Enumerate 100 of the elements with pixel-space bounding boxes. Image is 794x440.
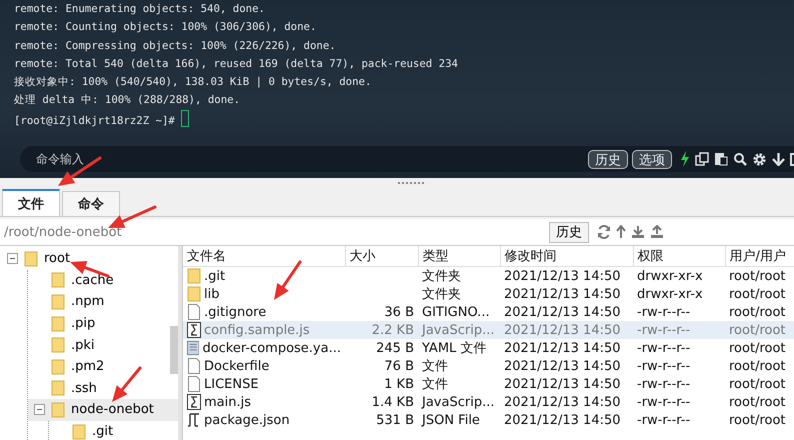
tree-item[interactable]: node-onebot bbox=[28, 399, 178, 421]
annotation-arrow bbox=[112, 366, 142, 402]
file-row[interactable]: Dockerfile 76 B 文件 2021/12/13 14:50 -rw-r--r-- root/root bbox=[183, 357, 794, 375]
folder-icon bbox=[51, 402, 65, 418]
terminal-line: 处理 delta 中: 100% (288/288), done. bbox=[14, 92, 242, 108]
folder-icon bbox=[51, 337, 65, 354]
history-button[interactable]: 历史 bbox=[549, 222, 589, 242]
annotation-arrow bbox=[108, 206, 156, 228]
command-input-field[interactable]: 命令输入 bbox=[36, 150, 588, 168]
column-header[interactable]: 类型 bbox=[418, 246, 500, 266]
paste-icon[interactable] bbox=[714, 152, 728, 166]
tree-item[interactable]: .npm bbox=[28, 291, 178, 313]
file-row[interactable]: main.js 1.4 KB JavaScrip... 2021/12/13 14:50 -rw-r--r-- root/root bbox=[183, 393, 794, 411]
down-arrow-icon[interactable] bbox=[772, 152, 785, 166]
file-type: 文件夹 bbox=[422, 287, 461, 302]
document-icon bbox=[187, 340, 200, 356]
file-size: 2.2 KB bbox=[372, 322, 414, 338]
download-icon[interactable] bbox=[631, 225, 645, 239]
modified-time: 2021/12/13 14:50 bbox=[504, 268, 621, 284]
terminal-cursor bbox=[180, 110, 189, 127]
owner: root/root bbox=[729, 412, 786, 428]
tree-item[interactable]: root bbox=[7, 248, 165, 270]
file-name: config.sample.js bbox=[204, 322, 310, 338]
file-type: 文件 bbox=[422, 377, 448, 392]
column-header[interactable]: 文件名 bbox=[183, 246, 345, 266]
folder-icon bbox=[51, 316, 65, 332]
file-size: 1 KB bbox=[384, 376, 414, 392]
owner: root/root bbox=[729, 376, 786, 392]
file-row[interactable]: .gitignore 36 B GITIGNO... 2021/12/13 14:50 -rw-r--r-- root/root bbox=[183, 303, 794, 321]
file-name: .gitignore bbox=[204, 304, 266, 320]
permissions: drwxr-xr-x bbox=[637, 286, 703, 302]
tree-item[interactable]: .git bbox=[49, 420, 178, 440]
file-name: package.json bbox=[204, 412, 290, 428]
owner: root/root bbox=[729, 394, 786, 410]
tree-item[interactable]: .ssh bbox=[28, 378, 178, 400]
terminal-line: remote: Total 540 (delta 166), reused 169 (delta 77), pack-reused 234 bbox=[14, 56, 459, 72]
owner: root/root bbox=[729, 358, 786, 374]
file-size: 531 B bbox=[376, 412, 414, 428]
column-header[interactable]: 修改时间 bbox=[500, 246, 633, 266]
folder-icon bbox=[51, 380, 65, 396]
toolbar-button[interactable]: 历史 bbox=[588, 150, 628, 168]
path-field[interactable]: /root/node-onebot bbox=[0, 224, 549, 240]
terminal-line: remote: Enumerating objects: 540, done. bbox=[14, 1, 266, 17]
file-row[interactable]: .git 文件夹 2021/12/13 14:50 drwxr-xr-x root/root bbox=[183, 266, 794, 285]
file-size: 76 B bbox=[384, 358, 414, 374]
terminal-line: remote: Compressing objects: 100% (226/226), done. bbox=[14, 38, 337, 54]
owner: root/root bbox=[729, 268, 786, 284]
tab[interactable]: 文件 bbox=[2, 189, 60, 216]
column-header[interactable]: 用户/用户 bbox=[725, 246, 794, 266]
refresh-icon[interactable] bbox=[597, 225, 611, 239]
column-header[interactable]: 权限 bbox=[633, 246, 725, 266]
json-file-icon bbox=[187, 412, 201, 428]
file-name: lib bbox=[204, 286, 220, 302]
file-icon bbox=[187, 304, 201, 320]
file-row[interactable]: docker-compose.ya... 245 B YAML 文件 2021/12/13 14:50 -rw-r--r-- root/root bbox=[183, 339, 794, 357]
file-row[interactable]: config.sample.js 2.2 KB JavaScrip... 2021/12/13 14:50 -rw-r--r-- root/root bbox=[183, 321, 794, 339]
scrollbar-thumb[interactable] bbox=[170, 326, 178, 374]
lightning-icon[interactable] bbox=[680, 151, 690, 167]
tree-item[interactable]: .pip bbox=[28, 312, 178, 334]
file-row[interactable]: LICENSE 1 KB 文件 2021/12/13 14:50 -rw-r--r-- root/root bbox=[183, 375, 794, 393]
permissions: -rw-r--r-- bbox=[637, 340, 690, 356]
tree-item[interactable]: .cache bbox=[28, 270, 178, 292]
file-icon bbox=[187, 358, 201, 374]
toolbar-button[interactable]: 选项 bbox=[632, 150, 672, 168]
modified-time: 2021/12/13 14:50 bbox=[504, 358, 621, 374]
collapse-icon[interactable] bbox=[34, 404, 45, 416]
settings-icon[interactable] bbox=[752, 152, 767, 166]
folder-icon bbox=[187, 286, 201, 302]
file-type: GITIGNO... bbox=[422, 304, 490, 320]
modified-time: 2021/12/13 14:50 bbox=[504, 340, 621, 356]
up-arrow-icon[interactable] bbox=[616, 225, 626, 239]
file-type: 文件夹 bbox=[422, 269, 461, 284]
copy-icon[interactable] bbox=[695, 152, 709, 166]
tree-item[interactable]: .pki bbox=[28, 334, 178, 356]
file-size: 245 B bbox=[376, 340, 414, 356]
folder-icon bbox=[72, 424, 86, 440]
file-name: .git bbox=[204, 268, 226, 284]
file-row[interactable]: package.json 531 B JSON File 2021/12/13 14:50 -rw-r--r-- root/root bbox=[183, 411, 794, 429]
file-row[interactable]: lib 文件夹 2021/12/13 14:50 drwxr-xr-x root/root bbox=[183, 285, 794, 303]
modified-time: 2021/12/13 14:50 bbox=[504, 286, 621, 302]
folder-icon bbox=[51, 272, 65, 288]
modified-time: 2021/12/13 14:50 bbox=[504, 412, 621, 428]
permissions: -rw-r--r-- bbox=[637, 394, 690, 410]
permissions: -rw-r--r-- bbox=[637, 304, 690, 320]
permissions: -rw-r--r-- bbox=[637, 412, 690, 428]
terminal-line: 接收对象中: 100% (540/540), 138.03 KiB | 0 bytes/s, done. bbox=[14, 74, 372, 90]
script-file-icon bbox=[187, 394, 201, 410]
owner: root/root bbox=[729, 304, 786, 320]
column-header[interactable]: 大小 bbox=[345, 246, 418, 266]
tree-item[interactable]: .pm2 bbox=[28, 356, 178, 378]
owner: root/root bbox=[729, 286, 786, 302]
search-icon[interactable] bbox=[733, 152, 747, 166]
permissions: -rw-r--r-- bbox=[637, 376, 690, 392]
modified-time: 2021/12/13 14:50 bbox=[504, 322, 621, 338]
tab[interactable]: 命令 bbox=[62, 191, 120, 216]
collapse-icon[interactable] bbox=[7, 253, 18, 264]
file-size: 1.4 KB bbox=[372, 394, 414, 410]
upload-icon[interactable] bbox=[650, 225, 664, 239]
file-name: Dockerfile bbox=[204, 358, 270, 374]
modified-time: 2021/12/13 14:50 bbox=[504, 304, 621, 320]
